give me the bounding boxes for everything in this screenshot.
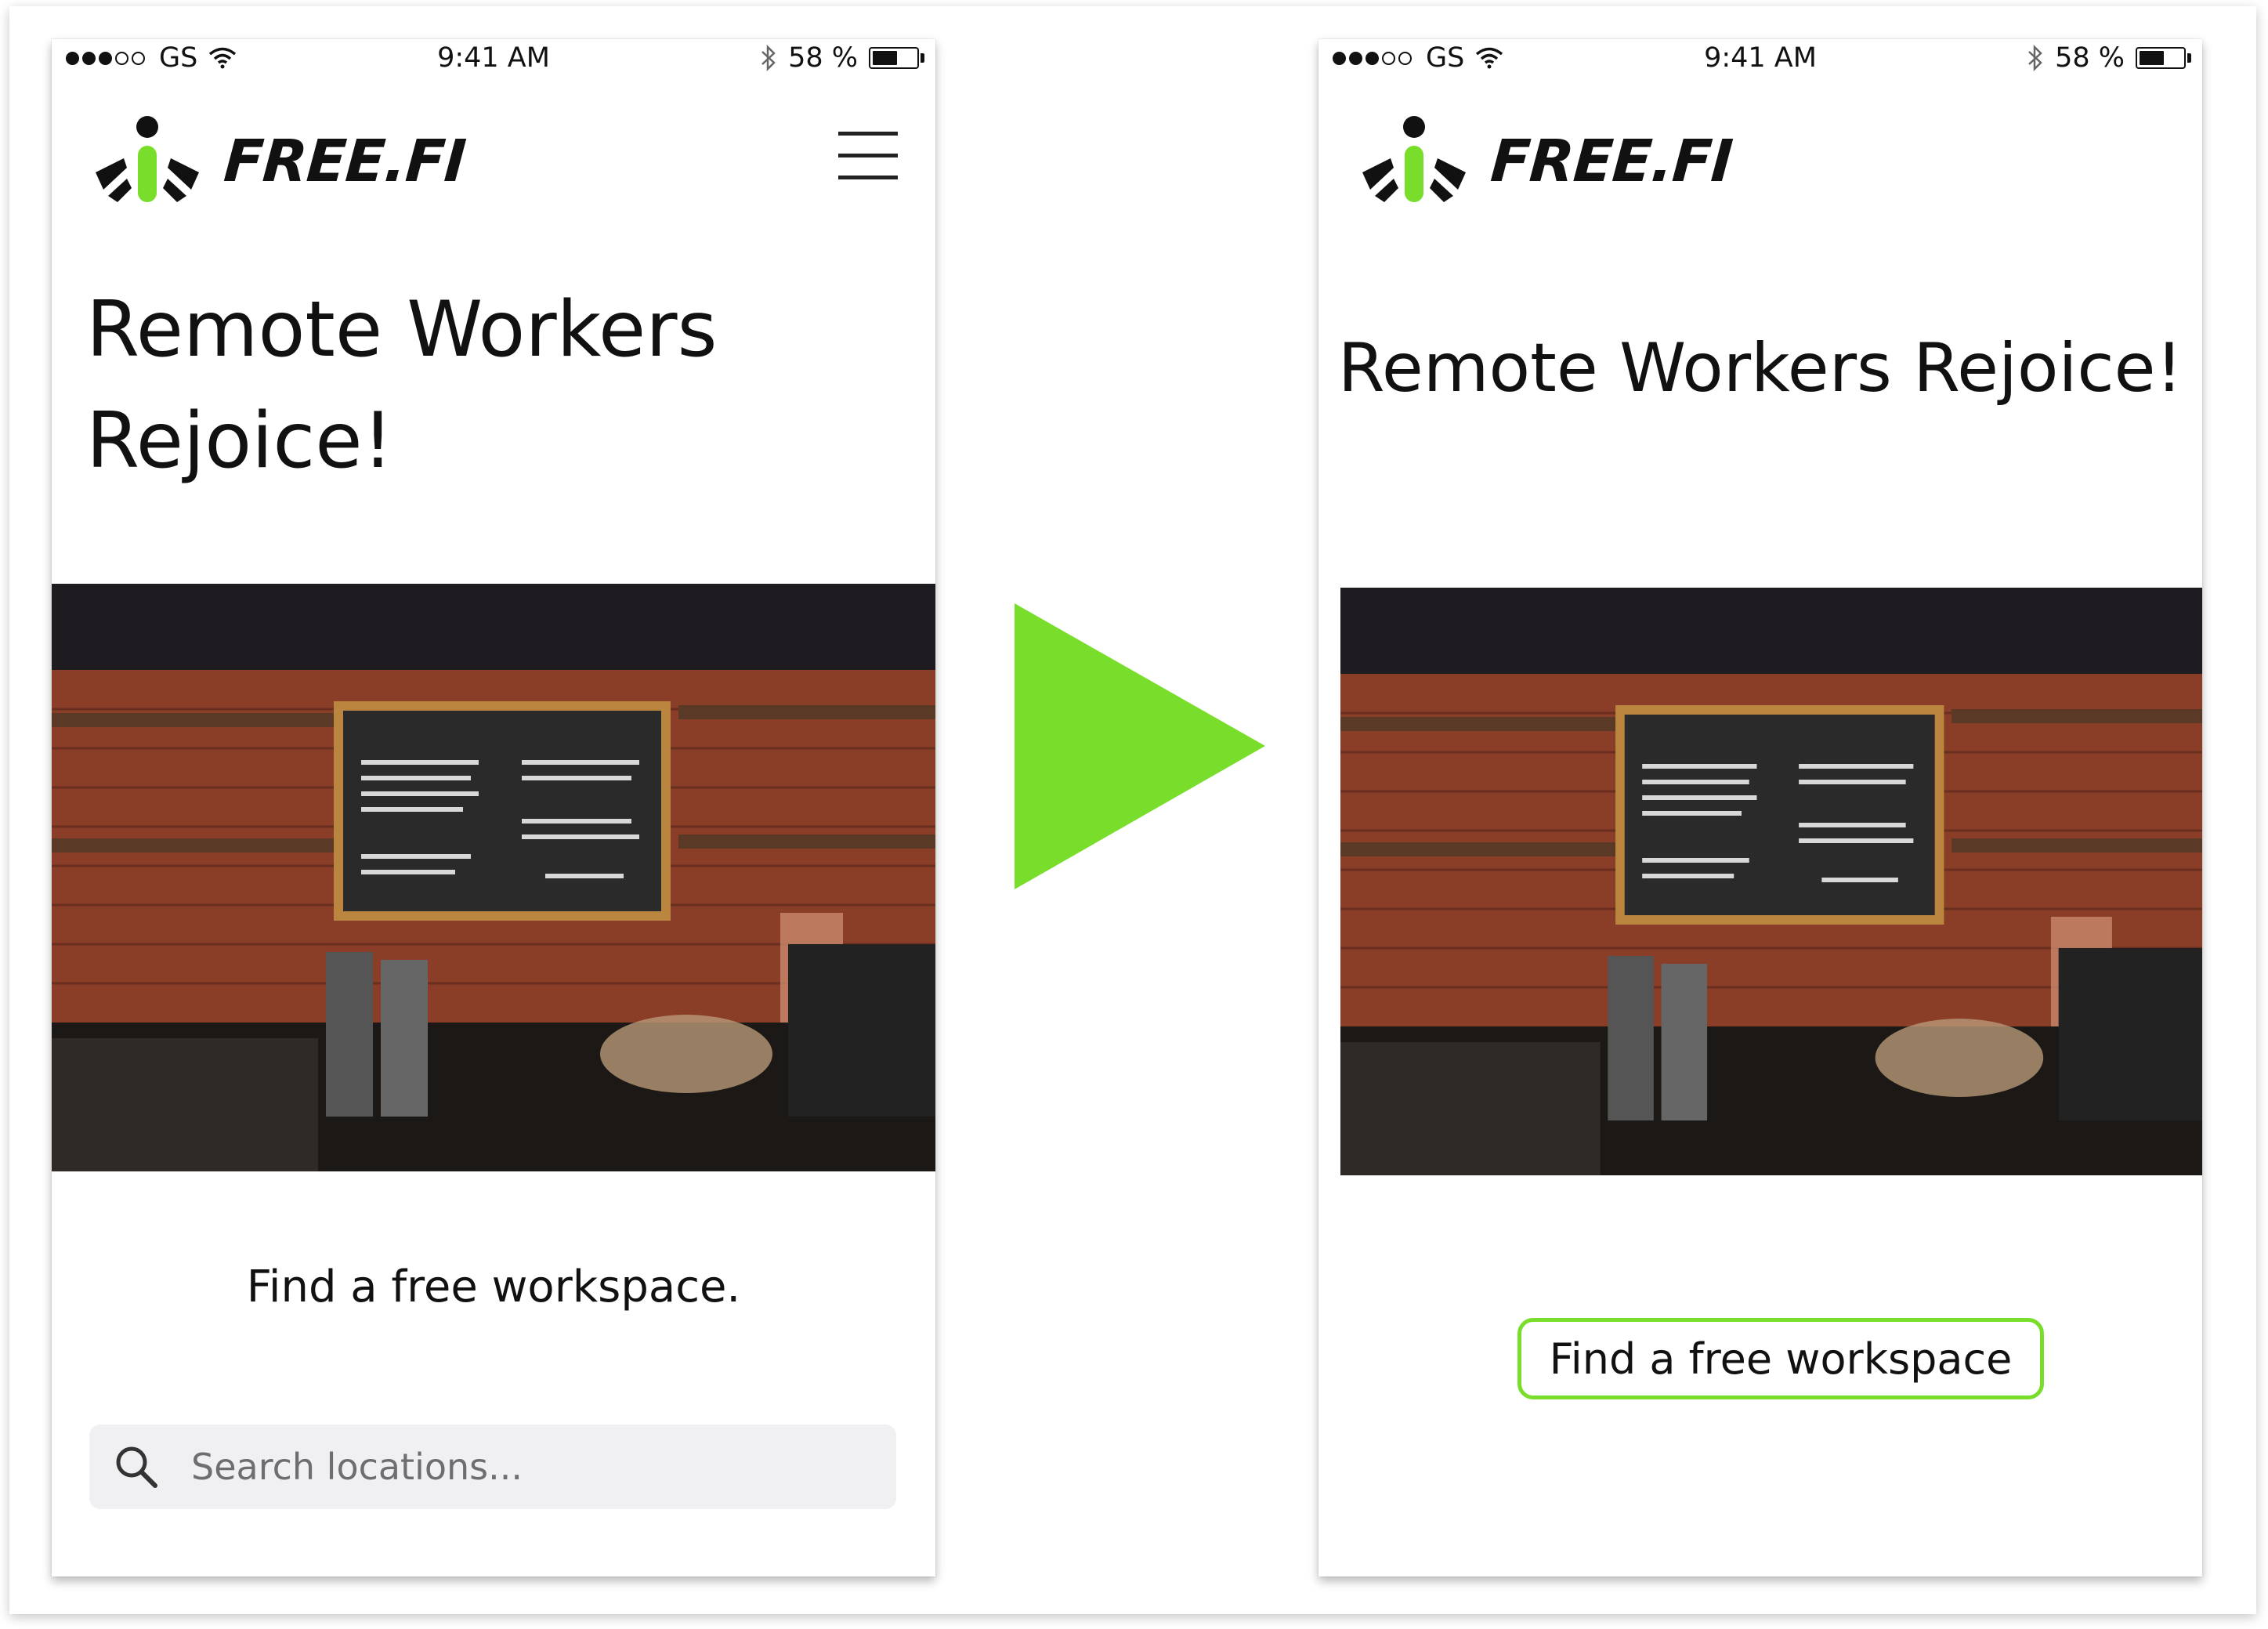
search-input[interactable] [191, 1424, 865, 1509]
brand-logo[interactable]: FREE.FI [1351, 114, 1734, 208]
find-workspace-button[interactable]: Find a free workspace [1517, 1318, 2044, 1399]
wifi-person-logo-icon [1362, 116, 1466, 202]
brand-logo[interactable]: FREE.FI [85, 114, 468, 208]
subtitle: Find a free workspace. [246, 1262, 741, 1312]
phone-screen-after: GS 9:41 AM 58 % FREE.FI Remote Workers R… [1318, 39, 2202, 1577]
battery-icon [869, 47, 924, 69]
search-icon [116, 1446, 157, 1488]
bluetooth-icon [761, 44, 776, 72]
status-bar: GS 9:41 AM 58 % [52, 39, 935, 110]
status-bar: GS 9:41 AM 58 % [1318, 39, 2202, 110]
coffee-shop-photo [1340, 588, 2202, 1175]
play-arrow-icon [1015, 603, 1265, 889]
battery-percent: 58 % [2055, 42, 2125, 74]
search-bar[interactable] [89, 1424, 896, 1509]
phone-screen-before: GS 9:41 AM 58 % FREE.FI Remote Workers R… [52, 39, 935, 1577]
bluetooth-icon [2028, 44, 2042, 72]
hero-title: Remote Workers Rejoice! [86, 274, 870, 497]
app-header: FREE.FI [1318, 110, 2202, 219]
app-header: FREE.FI [52, 110, 935, 219]
battery-percent: 58 % [788, 42, 858, 74]
battery-icon [2136, 47, 2191, 69]
coffee-shop-photo [52, 584, 935, 1171]
wifi-person-logo-icon [96, 116, 199, 202]
hero-title-line-2: Rejoice! [86, 396, 393, 486]
brand-name: FREE.FI [221, 128, 468, 195]
hero-title: Remote Workers Rejoice! [1337, 329, 2183, 407]
hero-title-line-1: Remote Workers [86, 285, 718, 375]
brand-name: FREE.FI [1488, 128, 1734, 195]
menu-icon[interactable] [838, 132, 898, 180]
